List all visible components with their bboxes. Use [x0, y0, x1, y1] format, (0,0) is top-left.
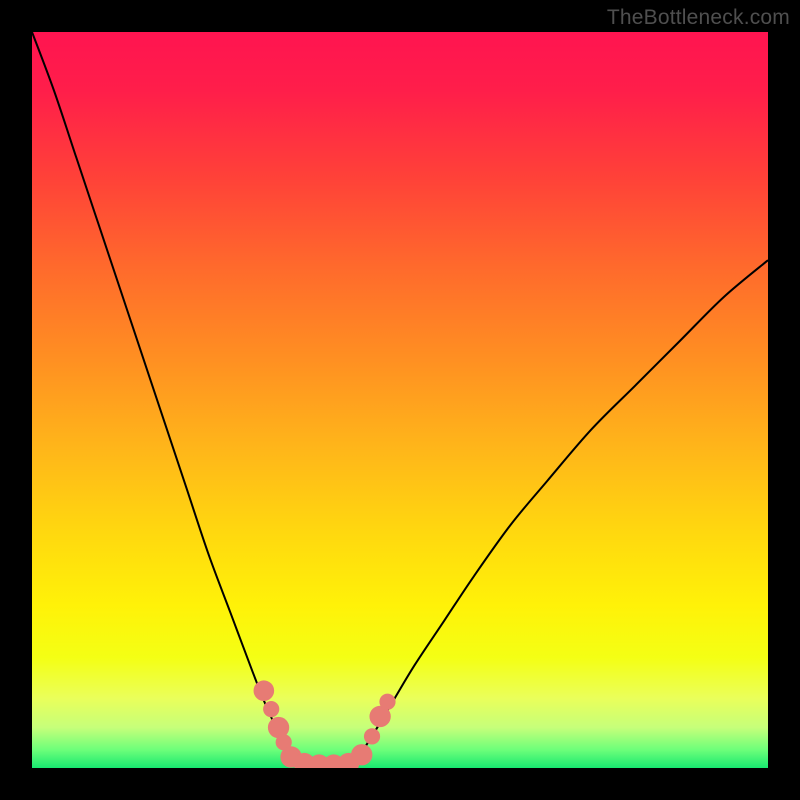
data-marker: [351, 744, 372, 765]
watermark-text: TheBottleneck.com: [607, 6, 790, 30]
bottleneck-chart: [32, 32, 768, 768]
data-marker: [364, 728, 380, 744]
data-marker: [379, 694, 395, 710]
chart-frame: [32, 32, 768, 768]
gradient-background: [32, 32, 768, 768]
data-marker: [254, 680, 275, 701]
data-marker: [263, 701, 279, 717]
